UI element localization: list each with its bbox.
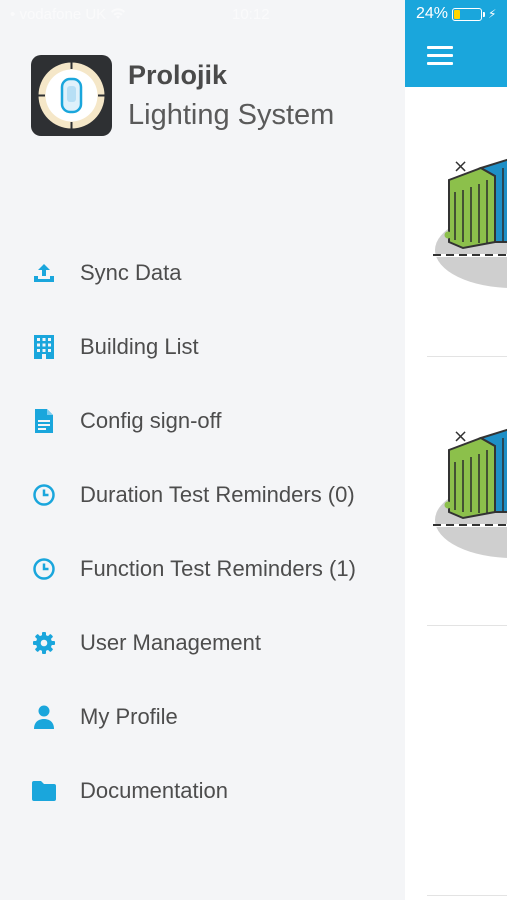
charging-bolt-icon: ⚡ — [488, 7, 497, 21]
menu-item-function-test-reminders[interactable]: Function Test Reminders (1) — [0, 532, 405, 606]
person-icon — [31, 704, 57, 730]
battery-percent: 24% — [416, 5, 449, 22]
menu-item-documentation[interactable]: Documentation — [0, 754, 405, 828]
app-subtitle: Lighting System — [128, 99, 335, 131]
menu-item-label: Function Test Reminders (1) — [80, 556, 356, 581]
menu-item-label: Building List — [80, 334, 199, 359]
document-icon — [31, 408, 57, 434]
upload-icon — [31, 260, 57, 286]
building-icon — [31, 334, 57, 360]
building-illustration[interactable]: × — [433, 150, 507, 290]
wifi-icon — [110, 6, 126, 23]
menu-item-config-sign-off[interactable]: Config sign-off — [0, 384, 405, 458]
menu-item-label: My Profile — [80, 704, 178, 729]
menu-item-label: User Management — [80, 630, 261, 655]
app-logo — [31, 55, 112, 136]
status-battery: 24% ⚡ — [416, 5, 496, 23]
menu-item-user-management[interactable]: User Management — [0, 606, 405, 680]
signal-icon: • — [10, 6, 16, 23]
app-name: Prolojik — [128, 60, 228, 90]
menu-item-my-profile[interactable]: My Profile — [0, 680, 405, 754]
menu-item-label: Config sign-off — [80, 408, 222, 433]
ceiling-sensor-icon — [37, 61, 106, 130]
drawer-menu: Sync Data Building List Config sign-off — [0, 236, 405, 828]
gear-icon — [31, 630, 57, 656]
card-divider — [427, 356, 507, 357]
menu-item-duration-test-reminders[interactable]: Duration Test Reminders (0) — [0, 458, 405, 532]
status-time: 10:12 — [232, 6, 270, 23]
clock-icon — [31, 556, 57, 582]
building-illustration[interactable]: × — [433, 420, 507, 560]
folder-icon — [31, 778, 57, 804]
menu-item-building-list[interactable]: Building List — [0, 310, 405, 384]
clock-icon — [31, 482, 57, 508]
hamburger-menu-icon[interactable] — [427, 46, 453, 66]
navigation-drawer: Prolojik Lighting System Sync Data Build… — [0, 0, 405, 900]
card-divider — [427, 895, 507, 896]
main-content: × × — [405, 0, 507, 900]
battery-icon — [452, 7, 483, 21]
card-divider — [427, 625, 507, 626]
status-carrier: • vodafone UK — [10, 6, 126, 23]
menu-item-label: Duration Test Reminders (0) — [80, 482, 355, 507]
menu-item-label: Sync Data — [80, 260, 182, 285]
menu-item-sync-data[interactable]: Sync Data — [0, 236, 405, 310]
menu-item-label: Documentation — [80, 778, 228, 803]
